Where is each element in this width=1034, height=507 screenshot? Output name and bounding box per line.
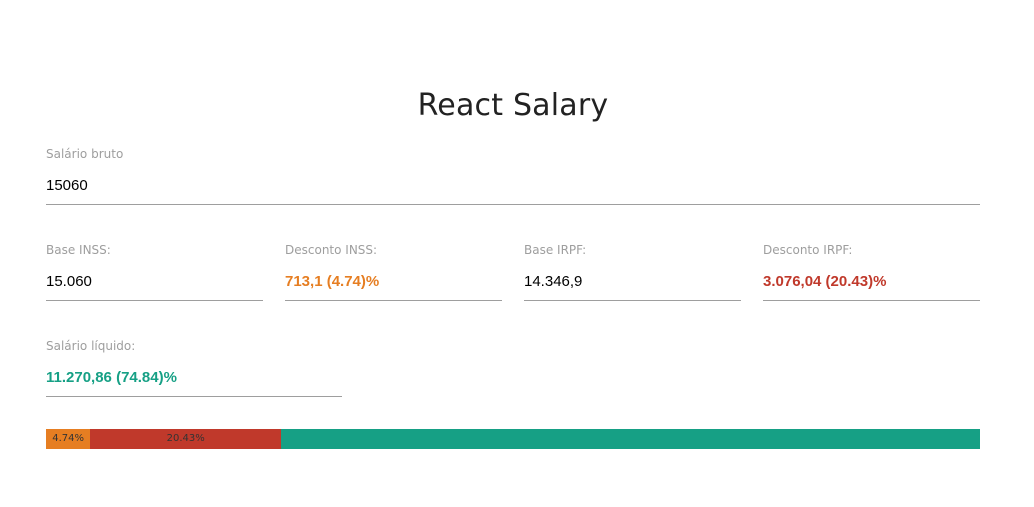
desconto-irpf-value: 3.076,04 (20.43)% bbox=[763, 263, 980, 301]
desconto-irpf-label: Desconto IRPF: bbox=[763, 243, 853, 257]
salary-breakdown-bar: 4.74% 20.43% bbox=[46, 429, 980, 449]
base-inss-value: 15.060 bbox=[46, 263, 263, 301]
desconto-inss-label: Desconto INSS: bbox=[285, 243, 378, 257]
desconto-irpf-field: Desconto IRPF: 3.076,04 (20.43)% bbox=[763, 242, 980, 301]
bar-segment-irpf: 20.43% bbox=[90, 429, 282, 449]
gross-salary-label: Salário bruto bbox=[46, 147, 124, 161]
base-inss-label: Base INSS: bbox=[46, 243, 111, 257]
bar-segment-inss: 4.74% bbox=[46, 429, 91, 449]
bar-label-irpf: 20.43% bbox=[166, 433, 205, 444]
salario-liquido-label: Salário líquido: bbox=[46, 339, 136, 353]
desconto-inss-value: 713,1 (4.74)% bbox=[285, 263, 502, 301]
page-title: React Salary bbox=[417, 88, 609, 123]
base-irpf-value: 14.346,9 bbox=[524, 263, 741, 301]
base-irpf-field: Base IRPF: 14.346,9 bbox=[524, 242, 741, 301]
gross-salary-field: Salário bruto bbox=[46, 146, 980, 205]
bar-segment-liquido bbox=[281, 429, 980, 449]
salario-liquido-field: Salário líquido: 11.270,86 (74.84)% bbox=[46, 338, 342, 397]
desconto-inss-field: Desconto INSS: 713,1 (4.74)% bbox=[285, 242, 502, 301]
base-inss-field: Base INSS: 15.060 bbox=[46, 242, 263, 301]
gross-salary-input[interactable] bbox=[46, 167, 980, 205]
salario-liquido-value: 11.270,86 (74.84)% bbox=[46, 359, 342, 397]
bar-label-inss: 4.74% bbox=[52, 433, 85, 444]
base-irpf-label: Base IRPF: bbox=[524, 243, 587, 257]
